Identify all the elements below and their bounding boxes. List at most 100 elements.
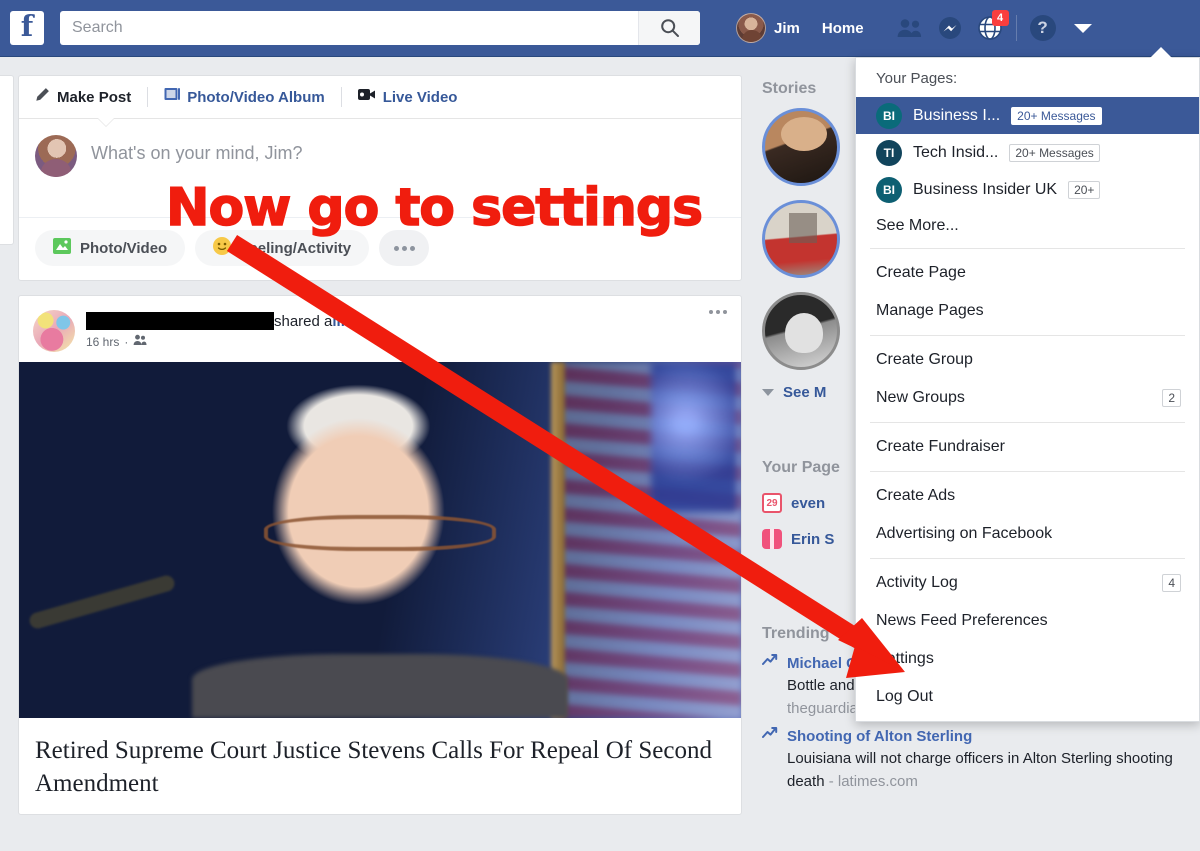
tab-photo-video-album[interactable]: Photo/Video Album [148, 76, 341, 119]
tab-live-video[interactable]: Live Video [342, 76, 474, 119]
profile-link[interactable]: Jim [726, 0, 810, 56]
notifications-globe-icon[interactable]: 4 [970, 8, 1010, 48]
your-pages-header: Your Pages: [876, 70, 958, 87]
story-avatar-1[interactable] [762, 108, 840, 186]
menu-item-create-fundraiser[interactable]: Create Fundraiser [856, 428, 1199, 466]
dropdown-see-more[interactable]: See More... [856, 208, 1199, 248]
story-avatar-3[interactable] [762, 292, 840, 370]
menu-item-new-groups[interactable]: New Groups 2 [856, 379, 1199, 417]
glasses-decoration [264, 515, 496, 551]
dot-icon [409, 245, 415, 251]
menu-item-label: News Feed Preferences [876, 612, 1048, 629]
post-subline: 16 hrs · [86, 334, 362, 349]
menu-item-settings[interactable]: Settings [856, 640, 1199, 678]
menu-item-label: Create Group [876, 351, 973, 368]
profile-name: Jim [774, 19, 800, 37]
photo-video-button[interactable]: Photo/Video [35, 230, 186, 266]
dropdown-page-tech-insider[interactable]: TI Tech Insid... 20+ Messages [856, 134, 1199, 171]
search-button[interactable] [638, 11, 700, 45]
dropdown-group-account: Activity Log 4 News Feed Preferences Set… [856, 559, 1199, 721]
menu-item-create-page[interactable]: Create Page [856, 254, 1199, 292]
menu-item-label: Log Out [876, 688, 933, 705]
tab-label: Photo/Video Album [187, 88, 325, 106]
photo-icon [53, 237, 71, 259]
dropdown-caret-icon [1149, 47, 1173, 59]
trending-source: - latimes.com [828, 773, 918, 790]
dropdown-group-fundraiser: Create Fundraiser [856, 423, 1199, 471]
annotation-text: Now go to settings [165, 177, 704, 239]
menu-item-create-group[interactable]: Create Group [856, 341, 1199, 379]
post-article[interactable]: Retired Supreme Court Justice Stevens Ca… [19, 718, 741, 814]
dropdown-page-business-insider-uk[interactable]: BI Business Insider UK 20+ [856, 171, 1199, 208]
facebook-top-navigation-bar: f Jim Home [0, 0, 1200, 57]
flag-pole-decoration [551, 362, 565, 718]
menu-item-label: Activity Log [876, 574, 958, 591]
post-header: shared a link. 16 hrs · [19, 296, 741, 362]
messenger-icon[interactable] [930, 8, 970, 48]
dot-icon [709, 310, 713, 314]
page-name: Tech Insid... [913, 143, 999, 161]
menu-item-news-feed-preferences[interactable]: News Feed Preferences [856, 602, 1199, 640]
menu-item-badge: 2 [1162, 389, 1181, 407]
menu-item-create-ads[interactable]: Create Ads [856, 477, 1199, 515]
menu-item-label: Create Page [876, 264, 966, 281]
see-more-label: See M [783, 384, 827, 401]
story-avatar-2[interactable] [762, 200, 840, 278]
page-avatar: BI [876, 102, 902, 129]
search-input[interactable] [72, 12, 652, 44]
dropdown-page-business-insider[interactable]: BI Business I... 20+ Messages [856, 97, 1199, 134]
dot-icon [401, 245, 407, 251]
menu-item-activity-log[interactable]: Activity Log 4 [856, 564, 1199, 602]
menu-item-label: New Groups [876, 389, 965, 406]
home-link[interactable]: Home [810, 20, 876, 37]
item-label: even [791, 494, 826, 512]
microphone-decoration [27, 573, 177, 631]
dropdown-group-groups: Create Group New Groups 2 [856, 336, 1199, 422]
menu-item-label: Create Fundraiser [876, 438, 1005, 455]
separator: · [124, 334, 129, 349]
item-label: Erin S [791, 530, 835, 548]
menu-item-log-out[interactable]: Log Out [856, 678, 1199, 716]
post-options-icon[interactable] [709, 310, 727, 314]
nav-icon-group: 4 ? [890, 8, 1103, 48]
menu-item-manage-pages[interactable]: Manage Pages [856, 292, 1199, 330]
page-avatar: TI [876, 139, 902, 166]
avatar [736, 13, 766, 43]
dot-icon [393, 245, 399, 251]
post-link[interactable]: link. [332, 313, 362, 330]
search-icon [660, 19, 679, 37]
dropdown-group-ads: Create Ads Advertising on Facebook [856, 472, 1199, 558]
menu-item-label: Settings [876, 650, 934, 667]
smiley-icon [213, 236, 232, 260]
dropdown-group-pages: Create Page Manage Pages [856, 249, 1199, 335]
dot-icon [716, 310, 720, 314]
trending-arrow-icon [762, 726, 778, 793]
article-title[interactable]: Retired Supreme Court Justice Stevens Ca… [35, 734, 725, 800]
post-photo[interactable] [19, 362, 741, 718]
pencil-icon [35, 87, 50, 107]
trending-arrow-icon [762, 653, 778, 720]
facebook-logo-icon[interactable]: f [10, 11, 44, 45]
account-dropdown-caret-icon[interactable] [1063, 8, 1103, 48]
post-timestamp[interactable]: 16 hrs [86, 335, 119, 349]
account-dropdown-menu: Your Pages: BI Business I... 20+ Message… [855, 47, 1200, 722]
search-bar [60, 11, 700, 45]
help-icon[interactable]: ? [1023, 8, 1063, 48]
page-name: Business Insider UK [913, 180, 1058, 198]
trending-topic[interactable]: Shooting of Alton Sterling [787, 726, 1192, 747]
avatar[interactable] [33, 310, 75, 352]
tab-label: Live Video [382, 88, 458, 106]
tab-make-post[interactable]: Make Post [19, 76, 147, 119]
flag-stars-decoration [651, 362, 737, 512]
menu-item-label: Create Ads [876, 487, 956, 504]
post-byline: shared a link. [86, 312, 362, 330]
avatar [35, 135, 77, 177]
gift-icon [762, 529, 782, 549]
help-glyph: ? [1029, 15, 1056, 41]
friend-requests-icon[interactable] [890, 8, 930, 48]
menu-item-advertising-on-facebook[interactable]: Advertising on Facebook [856, 515, 1199, 553]
divider [1015, 15, 1017, 41]
trending-item[interactable]: Shooting of Alton Sterling Louisiana wil… [762, 726, 1192, 793]
friends-audience-icon[interactable] [133, 334, 147, 349]
feed-post: shared a link. 16 hrs · Retired Supreme … [18, 295, 742, 815]
